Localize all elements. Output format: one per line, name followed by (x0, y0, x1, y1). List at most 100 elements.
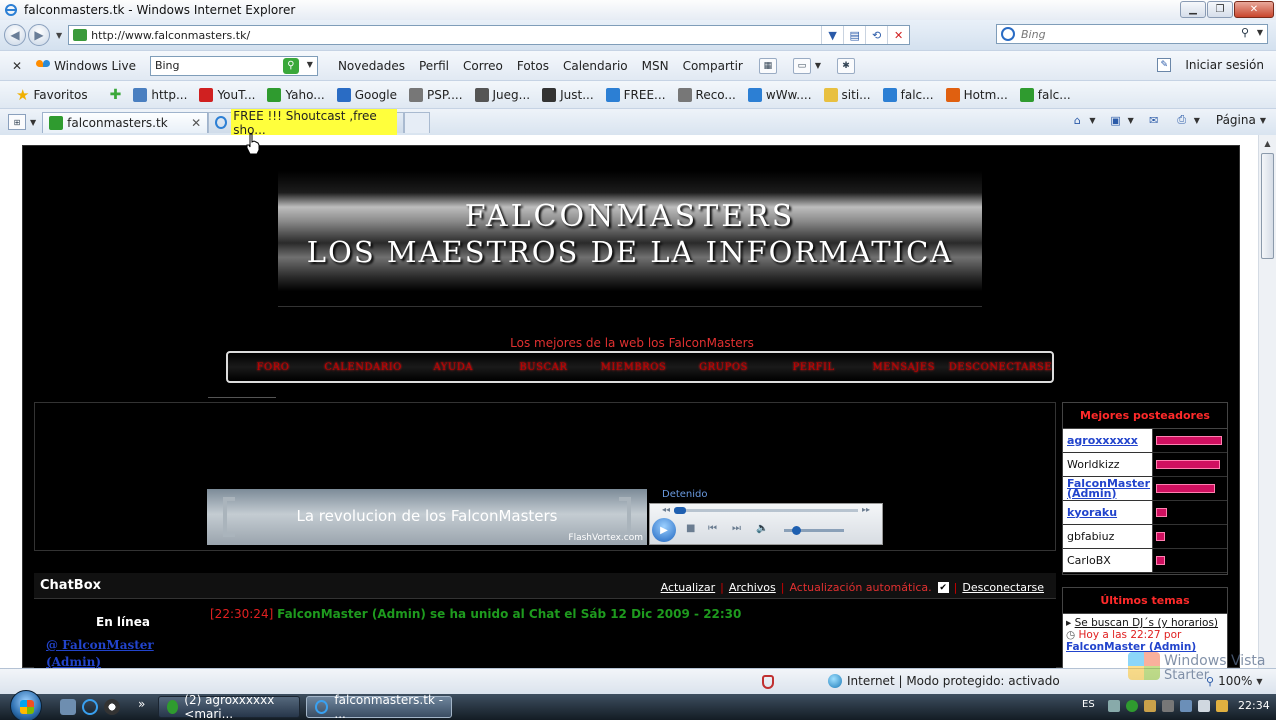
new-tab-button[interactable] (404, 111, 431, 133)
favorite-link[interactable]: falc... (1019, 87, 1071, 102)
start-button[interactable] (10, 690, 42, 720)
volume-icon[interactable] (1198, 700, 1210, 712)
network-icon[interactable] (1180, 700, 1192, 712)
favorite-link[interactable]: Google (336, 87, 397, 102)
live-link-calendario[interactable]: Calendario (563, 59, 628, 73)
favorite-link[interactable]: YouT... (199, 87, 255, 102)
previous-icon[interactable]: ⏮ (708, 523, 717, 534)
media-player-icon[interactable] (104, 699, 120, 715)
stop-icon[interactable]: ✕ (887, 26, 909, 44)
live-search-dropdown-icon[interactable]: ▼ (307, 60, 313, 69)
help-icon[interactable] (1108, 700, 1120, 712)
nav-calendario[interactable]: CALENDARIO (318, 362, 408, 373)
clock[interactable]: 22:34 (1238, 699, 1270, 712)
poster-name[interactable]: kyoraku (1063, 501, 1153, 524)
favorite-link[interactable]: PSP.... (409, 87, 463, 102)
internet-explorer-icon[interactable] (82, 699, 98, 715)
chat-update-link[interactable]: Actualizar (661, 581, 716, 594)
live-link-novedades[interactable]: Novedades (338, 59, 405, 73)
chat-disconnect-link[interactable]: Desconectarse (962, 581, 1044, 594)
security-zone[interactable]: Internet | Modo protegido: activado (828, 674, 1060, 688)
live-search-input[interactable]: Bing ⚲ ▼ (149, 55, 318, 76)
scrollbar-thumb[interactable] (1261, 153, 1274, 259)
live-link-compartir[interactable]: Compartir (683, 59, 743, 73)
fast-forward-icon[interactable]: ▸▸ (862, 505, 870, 514)
favorite-link[interactable]: FREE... (605, 87, 666, 102)
refresh-icon[interactable]: ⟲ (865, 26, 887, 44)
favorite-link[interactable]: Yaho... (267, 87, 325, 102)
gear-icon[interactable]: ✱ (837, 57, 856, 74)
favorite-link[interactable]: wWw.... (747, 87, 812, 102)
print-dropdown-icon[interactable]: ▼ (1194, 116, 1200, 125)
mail-icon[interactable]: ✉ (1146, 112, 1162, 128)
zoom-control[interactable]: ⚲ 100% ▼ (1206, 674, 1263, 688)
tray-app-icon[interactable] (1162, 700, 1174, 712)
print-icon[interactable]: ⎙ (1174, 112, 1190, 128)
tab-falconmasters[interactable]: falconmasters.tk ✕ (42, 111, 209, 133)
vertical-scrollbar[interactable]: ▲ (1258, 135, 1276, 668)
nav-ayuda[interactable]: AYUDA (408, 362, 498, 373)
tab-list-dropdown-icon[interactable]: ▼ (30, 118, 36, 127)
favorite-link[interactable]: Just... (542, 87, 594, 102)
address-input[interactable]: http://www.falconmasters.tk/ ▼ ▤ ⟲ ✕ (68, 25, 911, 45)
safely-remove-icon[interactable] (1216, 700, 1228, 712)
tray-app-icon[interactable] (1144, 700, 1156, 712)
poster-name[interactable]: FalconMaster (Admin) (1063, 477, 1153, 500)
next-icon[interactable]: ⏭ (732, 523, 741, 534)
player-seek-slider[interactable] (674, 507, 858, 514)
rss-feed-icon[interactable]: ▣ (1108, 112, 1124, 128)
language-indicator[interactable]: ES (1082, 699, 1095, 710)
protected-mode-shield-icon[interactable] (762, 675, 774, 689)
compatibility-view-icon[interactable]: ▤ (843, 26, 865, 44)
nav-mensajes[interactable]: MENSAJES (859, 362, 949, 373)
search-options-icon[interactable]: ▼ (1257, 28, 1263, 37)
favorites-star-icon[interactable]: ★ (16, 86, 29, 104)
auto-update-checkbox[interactable]: ✔ (937, 582, 949, 593)
tab-shoutcast[interactable]: FREE !!! Shoutcast ,free sho... (208, 108, 405, 137)
windows-live-brand[interactable]: Windows Live (36, 59, 136, 73)
scroll-up-icon[interactable]: ▲ (1259, 135, 1276, 152)
close-toolbar-icon[interactable]: ✕ (12, 59, 22, 73)
favorite-link[interactable]: Jueg... (474, 87, 530, 102)
favorite-link[interactable]: Hotm... (945, 87, 1008, 102)
volume-icon[interactable]: 🔈 (756, 523, 768, 534)
address-dropdown-icon[interactable]: ▼ (821, 26, 843, 44)
stop-icon[interactable]: ■ (686, 523, 695, 534)
live-link-perfil[interactable]: Perfil (419, 59, 449, 73)
favorite-link[interactable]: Reco... (677, 87, 736, 102)
favorite-link[interactable]: siti... (823, 87, 871, 102)
nav-desconectarse[interactable]: DESCONECTARSE (949, 362, 1052, 373)
messenger-tray-icon[interactable] (1126, 700, 1138, 712)
close-window-button[interactable]: ✕ (1234, 1, 1274, 18)
quick-tabs-icon[interactable]: ⊞ (8, 114, 26, 130)
rewind-icon[interactable]: ◂◂ (662, 505, 670, 514)
quick-launch-more-icon[interactable]: » (138, 697, 145, 711)
home-icon[interactable]: ⌂ (1069, 112, 1085, 128)
nav-miembros[interactable]: MIEMBROS (588, 362, 678, 373)
topic-link[interactable]: Se buscan DJ´s (y horarios) (1075, 617, 1218, 629)
back-button[interactable]: ◀ (4, 24, 26, 46)
nav-buscar[interactable]: BUSCAR (498, 362, 588, 373)
page-menu-button[interactable]: Página (1216, 113, 1256, 127)
page-dropdown-icon[interactable]: ▼ (1260, 116, 1266, 125)
show-desktop-icon[interactable] (60, 699, 76, 715)
close-tab-icon[interactable]: ✕ (191, 116, 201, 130)
nav-grupos[interactable]: GRUPOS (678, 362, 768, 373)
photo-tool-icon[interactable]: ▦ (758, 57, 777, 74)
minimize-button[interactable]: ▁ (1180, 1, 1206, 18)
flash-banner[interactable]: La revolucion de los FalconMasters Flash… (207, 489, 647, 545)
nav-foro[interactable]: FORO (228, 362, 318, 373)
poster-name[interactable]: agroxxxxxx (1063, 429, 1153, 452)
live-link-msn[interactable]: MSN (642, 59, 669, 73)
forward-button[interactable]: ▶ (28, 24, 50, 46)
volume-slider[interactable] (784, 526, 844, 535)
live-link-fotos[interactable]: Fotos (517, 59, 549, 73)
play-button[interactable]: ▶ (652, 518, 676, 542)
layout-tool-icon[interactable]: ▭ (792, 57, 811, 74)
live-link-correo[interactable]: Correo (463, 59, 503, 73)
taskbar-button-messenger[interactable]: (2) agroxxxxxx <mari... (158, 693, 300, 720)
history-dropdown-icon[interactable]: ▼ (56, 31, 62, 40)
chat-archives-link[interactable]: Archivos (729, 581, 776, 594)
feed-dropdown-icon[interactable]: ▼ (1128, 116, 1134, 125)
maximize-button[interactable]: ❐ (1207, 1, 1233, 18)
